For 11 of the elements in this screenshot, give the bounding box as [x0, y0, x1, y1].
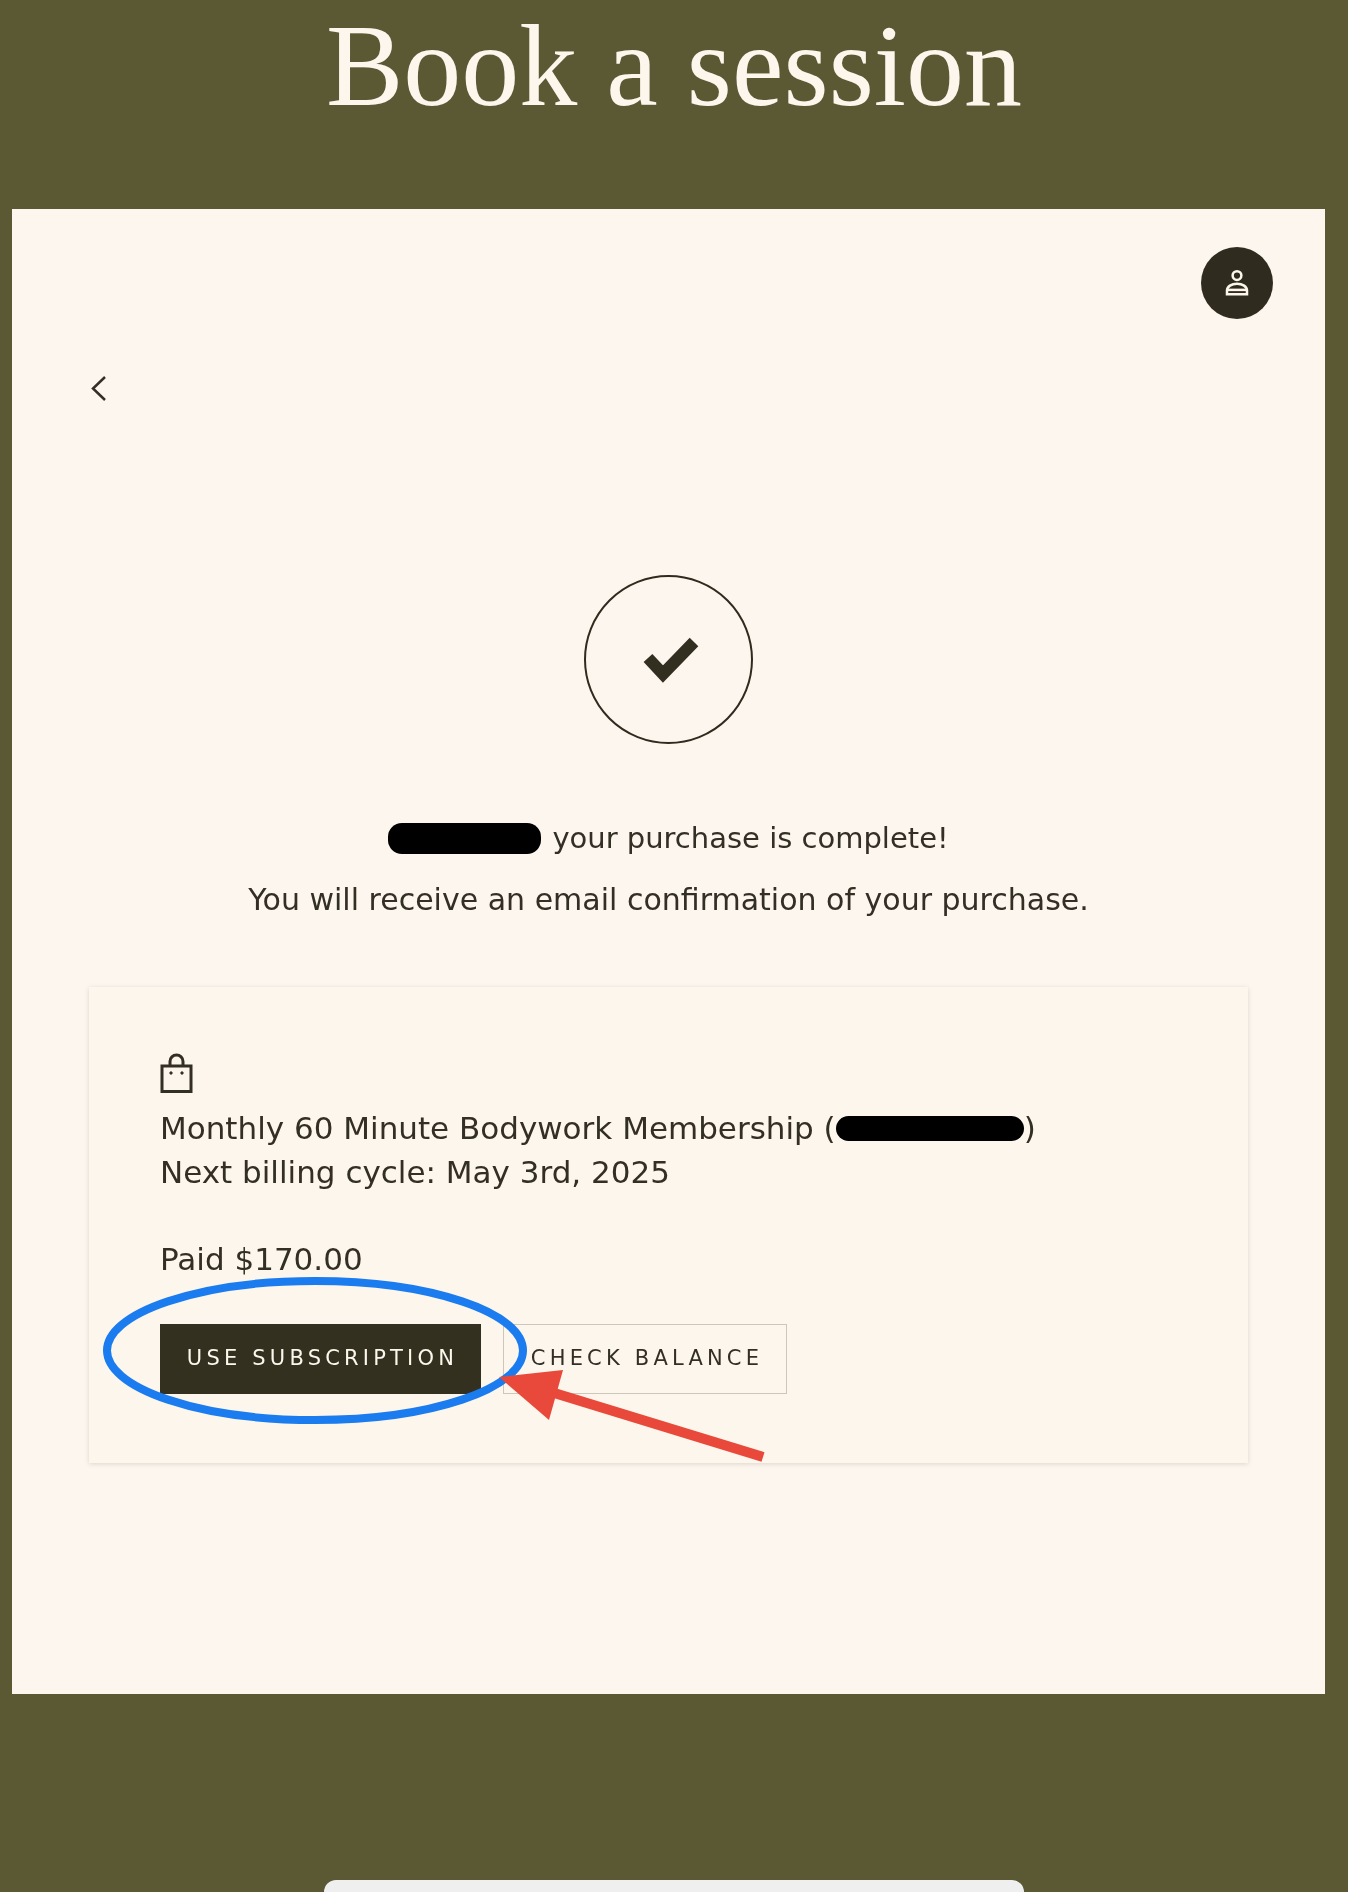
billing-cycle-text: Next billing cycle: May 3rd, 2025 — [160, 1153, 670, 1192]
check-circle-icon — [584, 575, 753, 744]
line-text: ) — [1023, 1109, 1036, 1148]
use-subscription-button[interactable]: USE SUBSCRIPTION — [160, 1324, 481, 1394]
line-text: your purchase is complete! — [552, 820, 949, 857]
page-title: Book a session — [326, 1, 1022, 124]
shopping-bag-icon — [160, 1053, 193, 1093]
line-text: Monthly 60 Minute Bodywork Membership ( — [160, 1109, 836, 1148]
paid-amount-text: Paid $170.00 — [160, 1240, 363, 1279]
confirmation-message: You will receive an email confirmation of your purchase. — [248, 881, 1089, 919]
chevron-left-icon[interactable] — [89, 375, 108, 402]
